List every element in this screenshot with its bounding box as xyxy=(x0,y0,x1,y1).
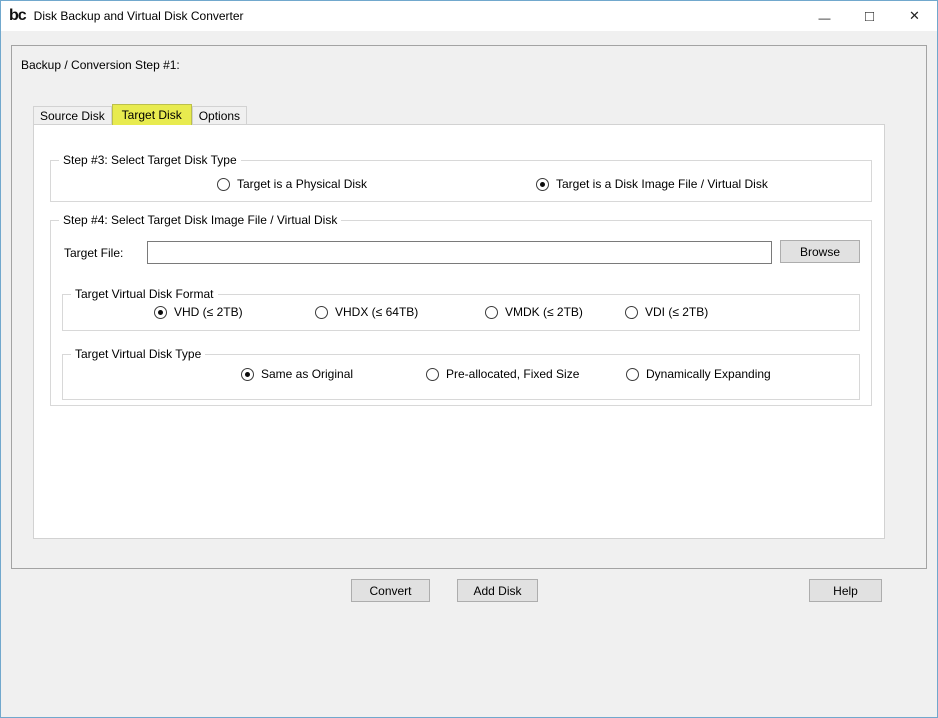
minimize-icon: — xyxy=(818,11,831,25)
tab-options[interactable]: Options xyxy=(191,106,248,124)
radio-icon xyxy=(241,367,254,381)
browse-button-label: Browse xyxy=(799,244,840,259)
tab-target-disk-label: Target Disk xyxy=(121,107,182,122)
radio-format-vdi[interactable]: VDI (≤ 2TB) xyxy=(625,305,708,319)
radio-format-vmdk-label: VMDK (≤ 2TB) xyxy=(505,305,583,319)
maximize-icon: □ xyxy=(864,7,875,25)
radio-icon xyxy=(536,177,549,191)
radio-format-vhdx[interactable]: VHDX (≤ 64TB) xyxy=(315,305,418,319)
add-disk-button-label: Add Disk xyxy=(473,583,522,598)
radio-type-preallocated-label: Pre-allocated, Fixed Size xyxy=(446,367,580,381)
radio-icon xyxy=(315,305,328,319)
add-disk-button[interactable]: Add Disk xyxy=(457,579,538,602)
radio-icon xyxy=(154,305,167,319)
radio-type-dynamically-expanding-label: Dynamically Expanding xyxy=(646,367,771,381)
radio-type-same-as-original[interactable]: Same as Original xyxy=(241,367,353,381)
help-button-label: Help xyxy=(833,583,858,598)
title-bar: bc Disk Backup and Virtual Disk Converte… xyxy=(1,1,937,31)
maximize-button[interactable]: □ xyxy=(847,1,892,31)
disk-type-group-label: Target Virtual Disk Type xyxy=(71,347,206,361)
radio-icon xyxy=(625,305,638,319)
tab-source-disk-label: Source Disk xyxy=(40,108,105,123)
target-disk-tab-panel: Step #3: Select Target Disk Type Target … xyxy=(33,124,885,539)
window-title: Disk Backup and Virtual Disk Converter xyxy=(33,9,244,23)
backup-conversion-group-label: Backup / Conversion Step #1: xyxy=(21,58,180,72)
convert-button-label: Convert xyxy=(369,583,412,598)
radio-icon xyxy=(626,367,639,381)
step4-group-label: Step #4: Select Target Disk Image File /… xyxy=(59,213,342,227)
radio-target-physical-disk-label: Target is a Physical Disk xyxy=(237,177,368,191)
radio-target-disk-image-file-label: Target is a Disk Image File / Virtual Di… xyxy=(556,177,768,191)
target-file-input[interactable] xyxy=(147,241,772,264)
radio-format-vmdk[interactable]: VMDK (≤ 2TB) xyxy=(485,305,583,319)
close-button[interactable]: ✕ xyxy=(892,1,937,31)
browse-button[interactable]: Browse xyxy=(780,240,860,263)
step3-group-label: Step #3: Select Target Disk Type xyxy=(59,153,241,167)
close-icon: ✕ xyxy=(909,8,920,23)
radio-icon xyxy=(217,177,230,191)
backup-conversion-group: Backup / Conversion Step #1: Source Disk… xyxy=(11,45,927,569)
radio-target-physical-disk[interactable]: Target is a Physical Disk xyxy=(217,177,367,191)
radio-format-vdi-label: VDI (≤ 2TB) xyxy=(645,305,709,319)
format-group-label: Target Virtual Disk Format xyxy=(71,287,218,301)
app-window: bc Disk Backup and Virtual Disk Converte… xyxy=(0,0,938,718)
tab-target-disk[interactable]: Target Disk xyxy=(111,104,192,125)
app-icon: bc xyxy=(9,7,27,24)
radio-type-dynamically-expanding[interactable]: Dynamically Expanding xyxy=(626,367,771,381)
help-button[interactable]: Help xyxy=(809,579,882,602)
tab-strip: Source Disk Target Disk Options xyxy=(33,103,248,125)
radio-target-disk-image-file[interactable]: Target is a Disk Image File / Virtual Di… xyxy=(536,177,768,191)
window-controls: — □ ✕ xyxy=(802,1,937,31)
radio-format-vhd[interactable]: VHD (≤ 2TB) xyxy=(154,305,243,319)
radio-format-vhd-label: VHD (≤ 2TB) xyxy=(174,305,243,319)
radio-type-preallocated[interactable]: Pre-allocated, Fixed Size xyxy=(426,367,579,381)
radio-icon xyxy=(426,367,439,381)
target-file-label: Target File: xyxy=(64,246,124,260)
radio-format-vhdx-label: VHDX (≤ 64TB) xyxy=(335,305,419,319)
tab-options-label: Options xyxy=(198,108,241,123)
minimize-button[interactable]: — xyxy=(802,1,847,31)
radio-icon xyxy=(485,305,498,319)
convert-button[interactable]: Convert xyxy=(351,579,430,602)
radio-type-same-as-original-label: Same as Original xyxy=(261,367,354,381)
tab-source-disk[interactable]: Source Disk xyxy=(33,106,112,124)
